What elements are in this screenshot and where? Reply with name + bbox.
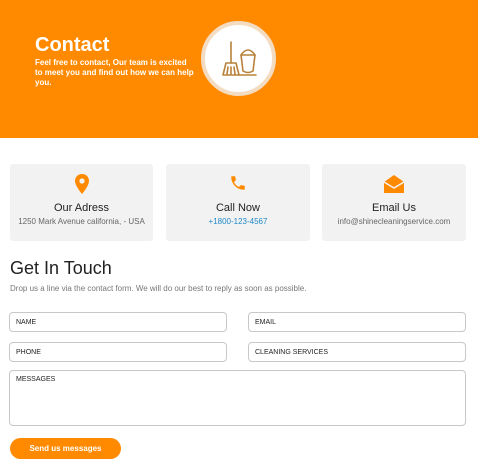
call-title: Call Now: [215, 202, 260, 214]
hero-description: Feel free to contact, Our team is excite…: [35, 58, 194, 87]
hero-banner: Contact Feel free to contact, Our team i…: [0, 0, 478, 138]
phone-field[interactable]: PHONE: [9, 342, 227, 362]
email-card: Email Us info@shinecleaningservice.com: [322, 164, 466, 241]
form-subtitle: Drop us a line via the contact form. We …: [10, 284, 307, 293]
phone-link[interactable]: +1800-123-4567: [166, 217, 310, 226]
service-select[interactable]: CLEANING SERVICES: [248, 342, 466, 362]
phone-icon: [231, 176, 245, 190]
email-title: Email Us: [371, 202, 416, 214]
map-pin-icon: [74, 174, 89, 194]
email-field[interactable]: EMAIL: [248, 312, 466, 332]
contact-cards: Our Adress 1250 Mark Avenue california, …: [10, 164, 466, 241]
email-text[interactable]: info@shinecleaningservice.com: [322, 217, 466, 226]
call-card: Call Now +1800-123-4567: [166, 164, 310, 241]
address-text: 1250 Mark Avenue california, - USA: [18, 217, 145, 226]
form-title: Get In Touch: [10, 258, 112, 278]
address-title: Our Adress: [53, 202, 110, 214]
name-field[interactable]: NAME: [9, 312, 227, 332]
address-card: Our Adress 1250 Mark Avenue california, …: [10, 164, 153, 241]
messages-field[interactable]: MESSAGES: [9, 370, 466, 426]
envelope-open-icon: [384, 175, 404, 193]
broom-bucket-icon: [221, 40, 257, 76]
page-title: Contact: [35, 34, 110, 56]
send-message-button[interactable]: Send us messages: [10, 438, 121, 459]
hero-badge: [201, 21, 276, 96]
